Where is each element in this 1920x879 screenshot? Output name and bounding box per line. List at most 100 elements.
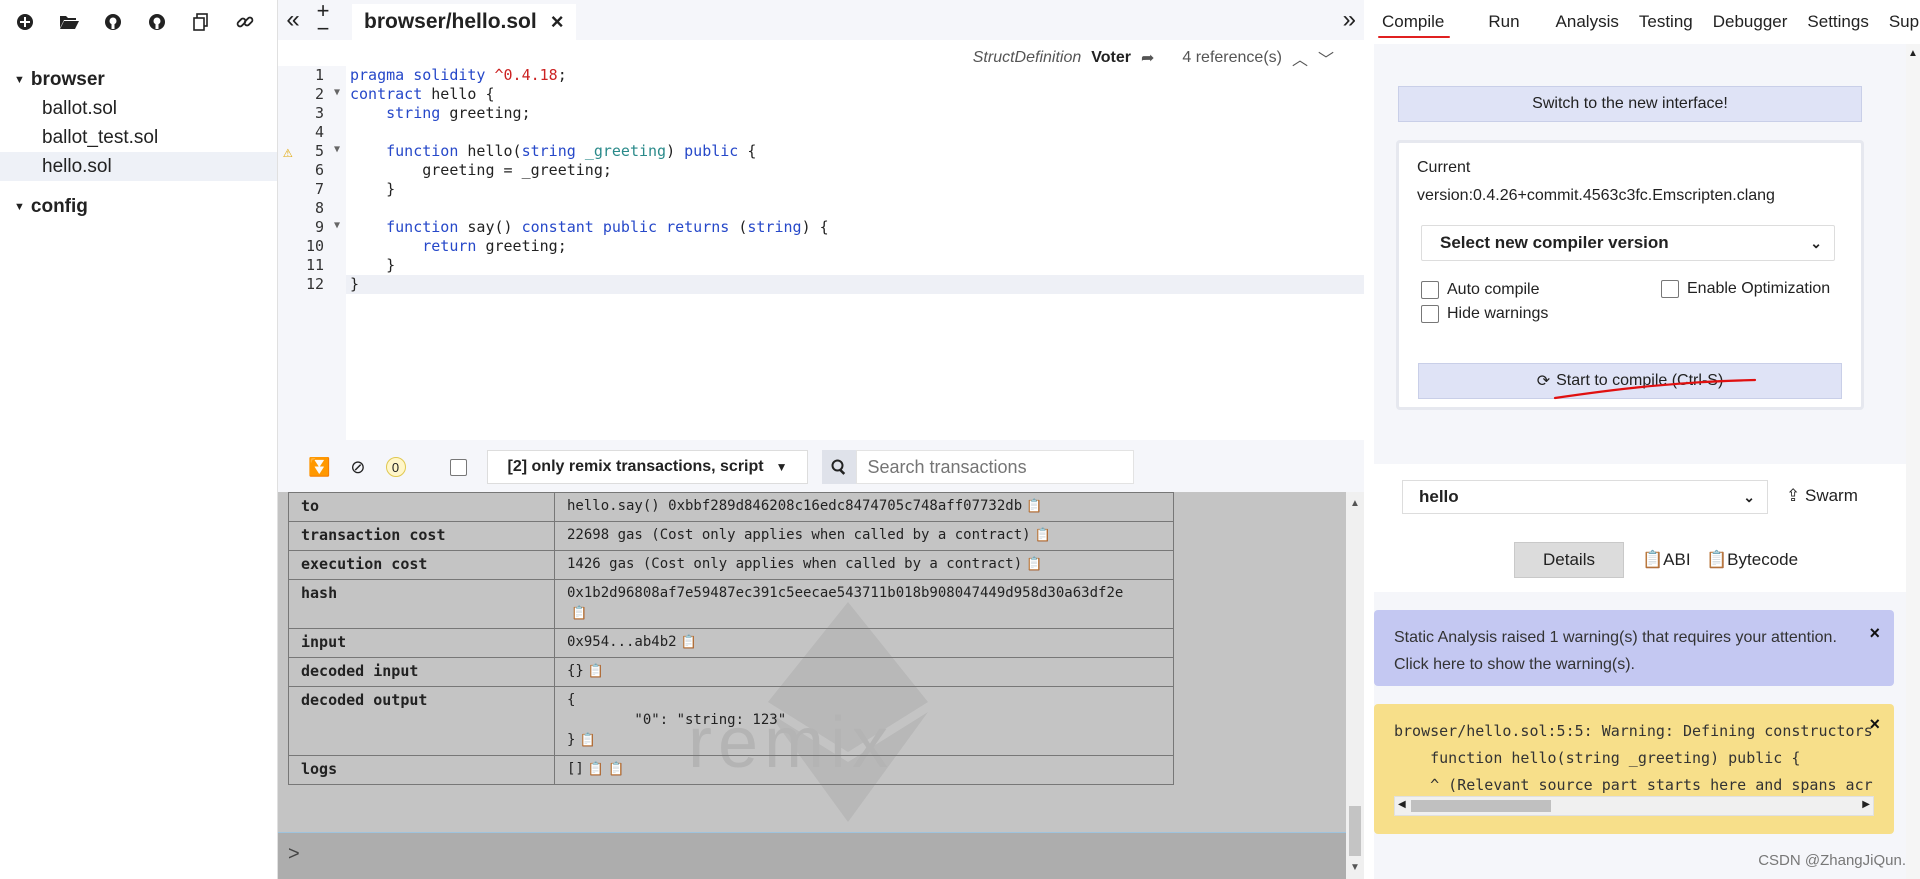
clipboard-icon[interactable]: 📋 <box>1026 555 1042 575</box>
refresh-icon: ⟳ <box>1536 373 1551 390</box>
file-tab-hello[interactable]: browser/hello.sol × <box>352 4 576 40</box>
close-icon[interactable]: × <box>1869 714 1880 735</box>
tab-settings[interactable]: Settings <box>1797 0 1878 44</box>
contract-box: hello ⌄ ⇪ Swarm Details 📋ABI 📋Bytecode <box>1374 464 1906 592</box>
folder-browser[interactable]: ▼ browser <box>0 66 277 94</box>
file-ballot-sol[interactable]: ballot.sol <box>0 94 277 123</box>
folder-config[interactable]: ▼ config <box>0 193 277 221</box>
fold-icon[interactable]: ▼ <box>334 87 340 98</box>
code-line: function say() constant public returns (… <box>386 218 829 236</box>
tab-compile[interactable]: Compile <box>1372 0 1454 44</box>
fold-icon[interactable]: ▼ <box>334 144 340 155</box>
hide-warnings-checkbox[interactable] <box>1421 305 1439 323</box>
right-panel: Compile Run Analysis Testing Debugger Se… <box>1364 0 1920 879</box>
expand-right-icon[interactable]: » <box>1343 6 1356 34</box>
add-file-icon[interactable] <box>12 9 38 35</box>
clipboard-icon[interactable]: 📋 <box>588 760 604 780</box>
warning-icon[interactable]: ⚠ <box>283 142 293 161</box>
scroll-up-icon[interactable]: ▲ <box>1350 498 1360 509</box>
optimization-checkbox[interactable] <box>1661 280 1679 298</box>
warning-scrollbar[interactable]: ◀ ▶ <box>1394 796 1874 816</box>
tx-filter-dropdown[interactable]: [2] only remix transactions, script ▼ <box>486 450 809 484</box>
clipboard-icon: 📋 <box>1642 550 1664 569</box>
details-button[interactable]: Details <box>1514 542 1624 578</box>
right-scrollbar[interactable]: ▲ <box>1906 44 1920 879</box>
clear-icon[interactable]: ⊘ <box>350 457 365 478</box>
contract-select[interactable]: hello ⌄ <box>1402 480 1768 514</box>
switch-interface-button[interactable]: Switch to the new interface! <box>1398 86 1862 122</box>
terminal-prompt[interactable]: > <box>278 832 1346 879</box>
file-tree: ▼ browser ballot.sol ballot_test.sol hell… <box>0 44 277 221</box>
clipboard-icon[interactable]: 📋 <box>1035 526 1051 546</box>
double-chevron-down-icon[interactable]: ⏬ <box>308 457 330 478</box>
clipboard-icon[interactable]: 📋 <box>681 633 697 653</box>
scroll-down-icon[interactable]: ▼ <box>1350 862 1360 873</box>
tab-analysis[interactable]: Analysis <box>1546 0 1629 44</box>
current-version: version:0.4.26+commit.4563c3fc.Emscripte… <box>1417 187 1775 204</box>
close-icon[interactable]: × <box>551 9 564 35</box>
clipboard-icon[interactable]: 📋 <box>571 604 587 624</box>
goto-icon[interactable]: ➦ <box>1141 48 1154 68</box>
auto-compile-option[interactable]: Auto compile <box>1421 281 1540 299</box>
abi-button[interactable]: 📋ABI <box>1642 550 1691 570</box>
hide-warnings-option[interactable]: Hide warnings <box>1421 305 1548 323</box>
link-icon[interactable] <box>232 9 258 35</box>
chevron-down-icon: ⌄ <box>1810 234 1822 251</box>
open-folder-icon[interactable] <box>56 9 82 35</box>
scroll-up-icon[interactable]: ▲ <box>1908 48 1918 59</box>
caret-down-icon: ▼ <box>14 201 25 213</box>
compile-button[interactable]: ⟳ Start to compile (Ctrl-S) <box>1418 363 1842 399</box>
code-editor[interactable]: StructDefinition Voter ➦ 4 reference(s) … <box>278 40 1364 440</box>
bytecode-button[interactable]: 📋Bytecode <box>1706 550 1798 570</box>
csdn-credit: CSDN @ZhangJiQun. <box>1758 852 1906 869</box>
remix-ide: ▼ browser ballot.sol ballot_test.sol hell… <box>0 0 1920 879</box>
zoom-icon[interactable]: + − <box>308 0 338 40</box>
clipboard-icon[interactable]: 📋 <box>608 760 624 780</box>
static-analysis-alert[interactable]: Static Analysis raised 1 warning(s) that… <box>1374 610 1894 686</box>
fold-icon[interactable]: ▼ <box>334 220 340 231</box>
collapse-left-icon[interactable]: « <box>278 0 308 40</box>
table-row: input 0x954...ab4b2 📋 <box>288 628 1174 658</box>
table-row: transaction cost 22698 gas (Cost only ap… <box>288 521 1174 551</box>
tab-testing[interactable]: Testing <box>1629 0 1703 44</box>
terminal-scrollbar[interactable]: ▲ ▼ <box>1346 492 1364 879</box>
table-row: to hello.say() 0xbbf289d846208c16edc8474… <box>288 492 1174 522</box>
search-transactions-input[interactable] <box>856 450 1135 484</box>
editor-tab-bar: « + − browser/hello.sol × » <box>278 0 1364 40</box>
scroll-thumb[interactable] <box>1411 800 1551 812</box>
swarm-button[interactable]: ⇪ Swarm <box>1786 486 1858 506</box>
code-text[interactable]: pragma solidity ^0.4.18; contract hello … <box>346 66 1364 294</box>
file-ballot-test-sol[interactable]: ballot_test.sol <box>0 123 277 152</box>
clipboard-icon: 📋 <box>1706 550 1728 569</box>
pending-tx-badge: 0 <box>385 457 406 477</box>
file-hello-sol[interactable]: hello.sol <box>0 152 277 181</box>
optimization-option[interactable]: Enable Optimization <box>1661 280 1830 298</box>
scroll-thumb[interactable] <box>1349 806 1361 856</box>
explorer-toolbar <box>0 0 277 44</box>
tab-debugger[interactable]: Debugger <box>1703 0 1798 44</box>
clipboard-icon[interactable]: 📋 <box>1026 497 1042 517</box>
editor-area: « + − browser/hello.sol × » StructDefinit… <box>278 0 1364 879</box>
github-icon[interactable] <box>100 9 126 35</box>
close-icon[interactable]: × <box>1869 620 1880 647</box>
tab-support[interactable]: Support <box>1879 0 1920 44</box>
compiler-version-select[interactable]: Select new compiler version ⌄ <box>1421 225 1835 261</box>
copy-icon[interactable] <box>188 9 214 35</box>
listen-checkbox[interactable] <box>449 458 467 476</box>
scroll-right-icon[interactable]: ▶ <box>1862 799 1870 810</box>
tx-details-table: to hello.say() 0xbbf289d846208c16edc8474… <box>288 492 1174 785</box>
scroll-left-icon[interactable]: ◀ <box>1398 799 1406 810</box>
tab-run[interactable]: Run <box>1478 0 1529 44</box>
github-gist-icon[interactable] <box>144 9 170 35</box>
right-tabs: Compile Run Analysis Testing Debugger Se… <box>1364 0 1920 44</box>
auto-compile-checkbox[interactable] <box>1421 281 1439 299</box>
code-line: } <box>346 275 1364 294</box>
caret-down-icon: ▼ <box>14 74 25 86</box>
warning-text: browser/hello.sol:5:5: Warning: Defining… <box>1394 722 1873 794</box>
clipboard-icon[interactable]: 📋 <box>588 662 604 682</box>
file-explorer: ▼ browser ballot.sol ballot_test.sol hell… <box>0 0 278 879</box>
clipboard-icon[interactable]: 📋 <box>579 731 595 751</box>
compiler-box: Current version:0.4.26+commit.4563c3fc.E… <box>1396 140 1864 410</box>
